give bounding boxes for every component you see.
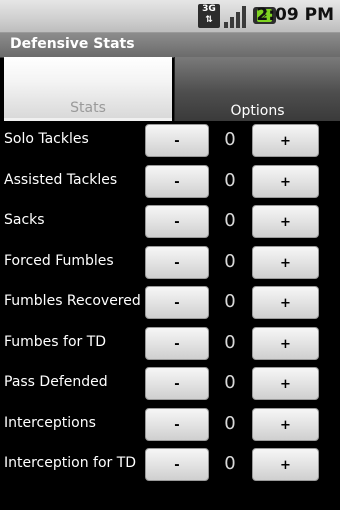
stat-row-fumbles-for-td: Fumbes for TD - 0 +: [0, 324, 340, 365]
stat-label: Interceptions: [4, 414, 96, 431]
decrement-button[interactable]: -: [145, 448, 209, 481]
increment-button[interactable]: +: [252, 205, 319, 238]
title-bar: Defensive Stats: [0, 33, 340, 58]
signal-icon: [224, 6, 248, 28]
stat-label: Fumbles Recovered: [4, 293, 141, 309]
increment-button[interactable]: +: [252, 326, 319, 360]
tab-stats[interactable]: Stats: [4, 57, 172, 121]
increment-button[interactable]: +: [252, 245, 319, 279]
decrement-button[interactable]: -: [145, 164, 209, 198]
stat-label: Forced Fumbles: [4, 252, 114, 269]
decrement-button[interactable]: -: [145, 124, 209, 157]
stat-count: 0: [224, 169, 236, 191]
stat-row-assisted-tackles: Assisted Tackles - 0 +: [0, 162, 340, 203]
stat-label: Assisted Tackles: [4, 171, 118, 188]
stat-row-interceptions: Interceptions - 0 +: [0, 405, 340, 446]
stat-label: Pass Defended: [4, 374, 108, 390]
increment-button[interactable]: +: [252, 407, 319, 441]
stat-row-forced-fumbles: Forced Fumbles - 0 +: [0, 243, 340, 284]
stat-count: 0: [224, 412, 236, 434]
stat-count: 0: [224, 210, 236, 231]
decrement-button[interactable]: -: [145, 367, 209, 400]
stat-row-pass-defended: Pass Defended - 0 +: [0, 364, 340, 405]
app-title: Defensive Stats: [10, 36, 135, 52]
tab-options[interactable]: Options: [174, 57, 340, 121]
stat-count: 0: [224, 331, 236, 353]
stat-row-interception-for-td: Interception for TD - 0 +: [0, 445, 340, 486]
stat-row-sacks: Sacks - 0 +: [0, 202, 340, 243]
tab-options-label: Options: [230, 103, 285, 119]
stat-count: 0: [224, 129, 236, 150]
stat-count: 0: [224, 291, 236, 312]
decrement-button[interactable]: -: [145, 407, 209, 441]
decrement-button[interactable]: -: [145, 326, 209, 360]
stat-count: 0: [224, 453, 236, 474]
network-arrows: ⇅: [205, 15, 213, 25]
stat-label: Sacks: [4, 212, 45, 228]
status-bar: 3G ⇅ ⚡ 2:09 PM: [0, 0, 340, 33]
decrement-button[interactable]: -: [145, 245, 209, 279]
decrement-button[interactable]: -: [145, 286, 209, 319]
stat-row-fumbles-recovered: Fumbles Recovered - 0 +: [0, 283, 340, 324]
increment-button[interactable]: +: [252, 164, 319, 198]
stat-label: Solo Tackles: [4, 131, 89, 147]
increment-button[interactable]: +: [252, 448, 319, 481]
network-badge: 3G: [202, 4, 216, 14]
stats-list: Solo Tackles - 0 + Assisted Tackles - 0 …: [0, 121, 340, 486]
network-3g-icon: 3G ⇅: [198, 4, 220, 28]
stat-row-solo-tackles: Solo Tackles - 0 +: [0, 121, 340, 162]
decrement-button[interactable]: -: [145, 205, 209, 238]
increment-button[interactable]: +: [252, 124, 319, 157]
stat-label: Fumbes for TD: [4, 333, 107, 350]
increment-button[interactable]: +: [252, 367, 319, 400]
increment-button[interactable]: +: [252, 286, 319, 319]
tab-stats-label: Stats: [70, 100, 106, 116]
clock: 2:09 PM: [256, 5, 334, 25]
stat-count: 0: [224, 372, 236, 393]
stat-label: Interception for TD: [4, 455, 137, 471]
stat-count: 0: [224, 250, 236, 272]
